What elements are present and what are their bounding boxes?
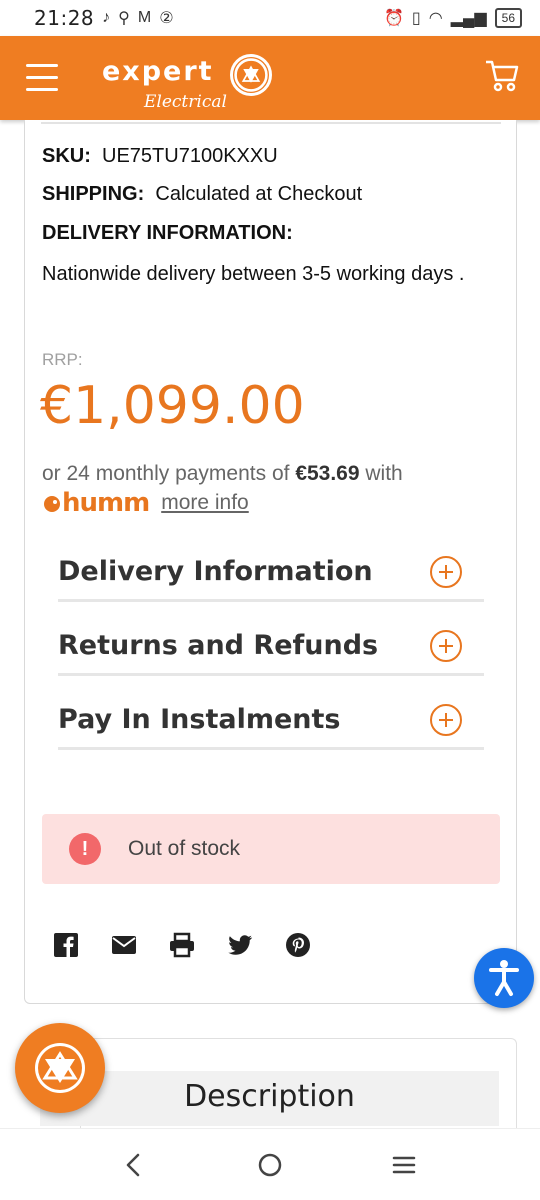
monthly-amount: €53.69 — [295, 462, 360, 485]
vibrate-icon: ▯ — [411, 10, 421, 27]
tiktok-icon: ♪ — [102, 9, 111, 26]
plus-icon[interactable] — [430, 630, 462, 662]
system-icons: ⏰ ▯ ◠ ▂▄▆ 56 — [384, 8, 522, 28]
alert-icon: ! — [69, 833, 101, 865]
description-header[interactable]: Description — [40, 1071, 499, 1126]
humm-logo: humm — [42, 488, 150, 518]
site-header: expert Electrical — [0, 36, 540, 120]
monthly-prefix: or 24 monthly payments of — [42, 462, 290, 485]
accordion-pay-in-instalments[interactable]: Pay In Instalments — [58, 676, 484, 750]
product-info-card: SKU: UE75TU7100KXXU SHIPPING: Calculated… — [24, 120, 517, 1004]
share-bar — [53, 932, 311, 958]
wifi-icon: ◠ — [428, 10, 443, 27]
accessibility-button[interactable] — [474, 948, 534, 1008]
status-time: 21:28 — [34, 6, 95, 30]
pinterest-icon[interactable] — [285, 932, 311, 958]
divider — [41, 122, 501, 124]
twitter-icon[interactable] — [227, 932, 253, 958]
monthly-payments: or 24 monthly payments of €53.69 with — [42, 462, 403, 486]
sku-row: SKU: UE75TU7100KXXU — [42, 145, 278, 168]
shipping-row: SHIPPING: Calculated at Checkout — [42, 183, 362, 206]
logo-star-icon — [230, 54, 272, 96]
floating-brand-button[interactable] — [15, 1023, 105, 1113]
recents-icon[interactable] — [386, 1147, 422, 1183]
stock-status: Out of stock — [128, 837, 241, 860]
facebook-icon[interactable] — [53, 932, 79, 958]
status-bar: 21:28 ♪ ⚲ M ② ⏰ ▯ ◠ ▂▄▆ 56 — [0, 0, 540, 36]
description-title: Description — [184, 1079, 355, 1114]
expert-logo[interactable]: expert Electrical — [102, 50, 292, 112]
accordion-label: Pay In Instalments — [58, 704, 341, 735]
cart-icon[interactable] — [484, 58, 520, 94]
battery-icon: 56 — [494, 8, 522, 28]
shipping-label: SHIPPING: — [42, 183, 145, 205]
sku-label: SKU: — [42, 145, 91, 167]
price: €1,099.00 — [40, 376, 305, 436]
humm-logo-text: humm — [62, 488, 150, 518]
print-icon[interactable] — [169, 932, 195, 958]
humm-row: humm more info — [42, 488, 249, 518]
more-info-link[interactable]: more info — [161, 491, 249, 515]
alarm-icon: ⏰ — [383, 10, 404, 27]
email-icon[interactable] — [111, 932, 137, 958]
back-icon[interactable] — [116, 1147, 152, 1183]
notification-icons: ♪ ⚲ M ② — [102, 8, 173, 28]
signal-icon: ▂▄▆ — [450, 10, 487, 27]
logo-subtitle: Electrical — [144, 92, 227, 112]
sku-value: UE75TU7100KXXU — [102, 145, 278, 167]
delivery-text: Nationwide delivery between 3-5 working … — [42, 263, 465, 285]
plus-icon[interactable] — [430, 704, 462, 736]
accordion-returns-and-refunds[interactable]: Returns and Refunds — [58, 602, 484, 676]
android-nav-bar — [0, 1128, 540, 1200]
plus-icon[interactable] — [430, 556, 462, 588]
delivery-heading: DELIVERY INFORMATION: — [42, 222, 293, 244]
accessibility-icon — [489, 960, 519, 996]
location-icon: ⚲ — [118, 10, 130, 27]
humm-mark-icon — [44, 496, 60, 512]
menu-icon[interactable] — [26, 64, 58, 92]
rrp-label: RRP: — [42, 350, 83, 369]
expert-star-icon — [35, 1043, 85, 1093]
shipping-value: Calculated at Checkout — [155, 183, 363, 205]
logo-wordmark: expert — [102, 56, 214, 87]
gmail-icon: M — [137, 9, 152, 26]
accordion-label: Returns and Refunds — [58, 630, 379, 661]
home-icon[interactable] — [252, 1147, 288, 1183]
accordion-delivery-information[interactable]: Delivery Information — [58, 528, 484, 602]
out-of-stock-alert: ! Out of stock — [42, 814, 500, 884]
accordion-label: Delivery Information — [58, 556, 373, 587]
badge-icon: ② — [159, 10, 174, 27]
monthly-suffix: with — [365, 462, 403, 485]
